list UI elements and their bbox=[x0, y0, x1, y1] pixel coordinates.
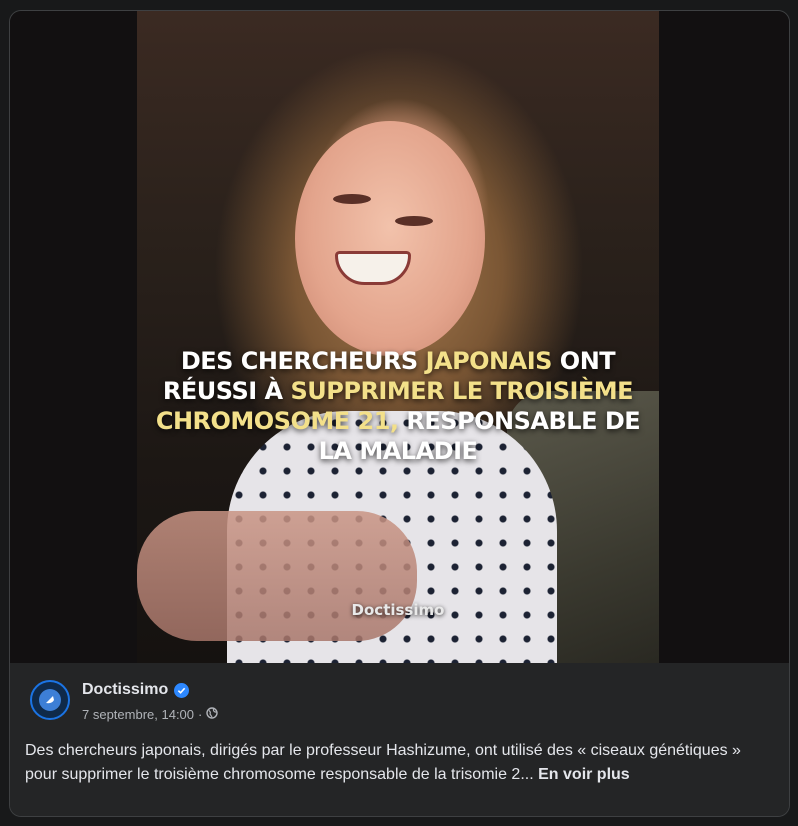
headline-part-highlight: JAPONAIS bbox=[425, 347, 553, 375]
page-name-link[interactable]: Doctissimo bbox=[82, 681, 168, 699]
verified-badge-icon bbox=[174, 682, 190, 698]
headline-line-3: CHROMOSOME 21, RESPONSABLE DE bbox=[137, 406, 659, 436]
headline-line-2: RÉUSSI À SUPPRIMER LE TROISIÈME bbox=[137, 376, 659, 406]
post-card: DES CHERCHEURS JAPONAIS ONT RÉUSSI À SUP… bbox=[9, 10, 790, 817]
page-name-row: Doctissimo bbox=[82, 681, 190, 699]
doctissimo-logo-icon bbox=[39, 689, 61, 711]
meta-separator: · bbox=[198, 707, 203, 722]
photo-face bbox=[295, 121, 485, 356]
post-timestamp[interactable]: 7 septembre, 14:00 bbox=[82, 707, 194, 722]
photo-eye-right bbox=[395, 216, 433, 226]
video-watermark: Doctissimo bbox=[351, 601, 445, 619]
headline-part-highlight: SUPPRIMER LE TROISIÈME bbox=[290, 377, 634, 405]
photo-eye-left bbox=[333, 194, 371, 204]
post-footer: Doctissimo 7 septembre, 14:00 · Des cher… bbox=[10, 663, 789, 816]
see-more-link[interactable]: En voir plus bbox=[538, 766, 630, 783]
headline-part: RÉUSSI À bbox=[162, 377, 291, 405]
photo-hands bbox=[137, 511, 417, 641]
globe-icon[interactable] bbox=[206, 707, 219, 722]
headline-part: LA MALADIE bbox=[318, 437, 478, 465]
post-message: Des chercheurs japonais, dirigés par le … bbox=[25, 739, 777, 787]
headline-part: RESPONSABLE DE bbox=[398, 407, 641, 435]
headline-line-1: DES CHERCHEURS JAPONAIS ONT bbox=[137, 346, 659, 376]
post-message-text: Des chercheurs japonais, dirigés par le … bbox=[25, 742, 741, 783]
post-video[interactable]: DES CHERCHEURS JAPONAIS ONT RÉUSSI À SUP… bbox=[137, 11, 659, 663]
video-headline: DES CHERCHEURS JAPONAIS ONT RÉUSSI À SUP… bbox=[137, 346, 659, 466]
post-meta: 7 septembre, 14:00 · bbox=[82, 707, 219, 722]
page-avatar[interactable] bbox=[30, 680, 70, 720]
headline-part: ONT bbox=[551, 347, 616, 375]
headline-line-4: LA MALADIE bbox=[137, 436, 659, 466]
headline-part-highlight: CHROMOSOME 21, bbox=[155, 407, 399, 435]
post-media[interactable]: DES CHERCHEURS JAPONAIS ONT RÉUSSI À SUP… bbox=[10, 11, 789, 663]
headline-part: DES CHERCHEURS bbox=[180, 347, 426, 375]
